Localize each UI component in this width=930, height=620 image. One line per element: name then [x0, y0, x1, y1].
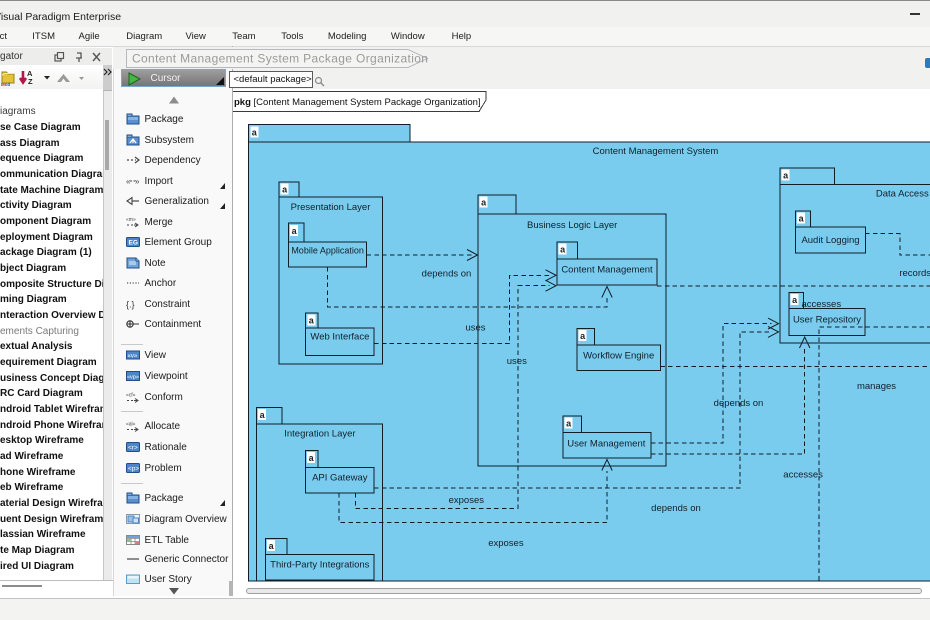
svg-text:pkg [Content Management System: pkg [Content Management System Package O…: [234, 97, 481, 108]
svg-text:«m»: «m»: [126, 217, 136, 223]
svg-text:uses: uses: [465, 322, 485, 333]
svg-text:«al»: «al»: [126, 422, 136, 428]
svg-text:manages: manages: [856, 380, 895, 391]
svg-text:«cf»: «cf»: [126, 392, 136, 398]
svg-text:Content Management System: Content Management System: [592, 145, 718, 156]
svg-text:depends on: depends on: [651, 502, 701, 513]
svg-text:accesses: accesses: [783, 469, 823, 480]
svg-text:exposes: exposes: [488, 537, 524, 548]
svg-text:Integration Layer: Integration Layer: [284, 428, 355, 439]
svg-text:uses: uses: [506, 356, 526, 367]
svg-text:Mod: Mod: [1, 82, 10, 87]
svg-text:Mobile Application: Mobile Application: [291, 245, 364, 255]
svg-text:Content Management: Content Management: [561, 264, 653, 275]
svg-text:Business Logic Layer: Business Logic Layer: [527, 219, 617, 230]
svg-text:»: »: [135, 177, 140, 186]
svg-text:Audit Logging: Audit Logging: [801, 234, 859, 245]
svg-text:Presentation Layer: Presentation Layer: [290, 202, 370, 213]
svg-text:Content Management System Pack: Content Management System Package Organi…: [132, 52, 428, 66]
svg-text:Data Access Layer: Data Access Layer: [875, 188, 930, 199]
svg-text:depends on: depends on: [713, 398, 763, 409]
svg-text:depends on: depends on: [421, 268, 471, 279]
svg-text:exposes: exposes: [448, 494, 484, 505]
svg-text:{.}: {.}: [126, 299, 135, 309]
svg-text:records: records: [899, 268, 930, 279]
svg-text:Z: Z: [28, 77, 33, 86]
svg-text:«v»: «v»: [127, 353, 137, 359]
svg-text:Workflow Engine: Workflow Engine: [583, 350, 654, 361]
svg-text:User Repository: User Repository: [792, 314, 860, 325]
svg-text:<r>: <r>: [128, 445, 138, 452]
svg-text:User Management: User Management: [567, 438, 646, 449]
svg-text:<p>: <p>: [128, 466, 139, 473]
svg-text:Web Interface: Web Interface: [310, 331, 369, 342]
svg-text:EG: EG: [128, 240, 137, 247]
svg-text:accesses: accesses: [801, 299, 841, 310]
svg-text:API Gateway: API Gateway: [312, 472, 368, 483]
svg-text:Third-Party Integrations: Third-Party Integrations: [270, 559, 370, 570]
svg-text:«vp»: «vp»: [127, 374, 139, 380]
